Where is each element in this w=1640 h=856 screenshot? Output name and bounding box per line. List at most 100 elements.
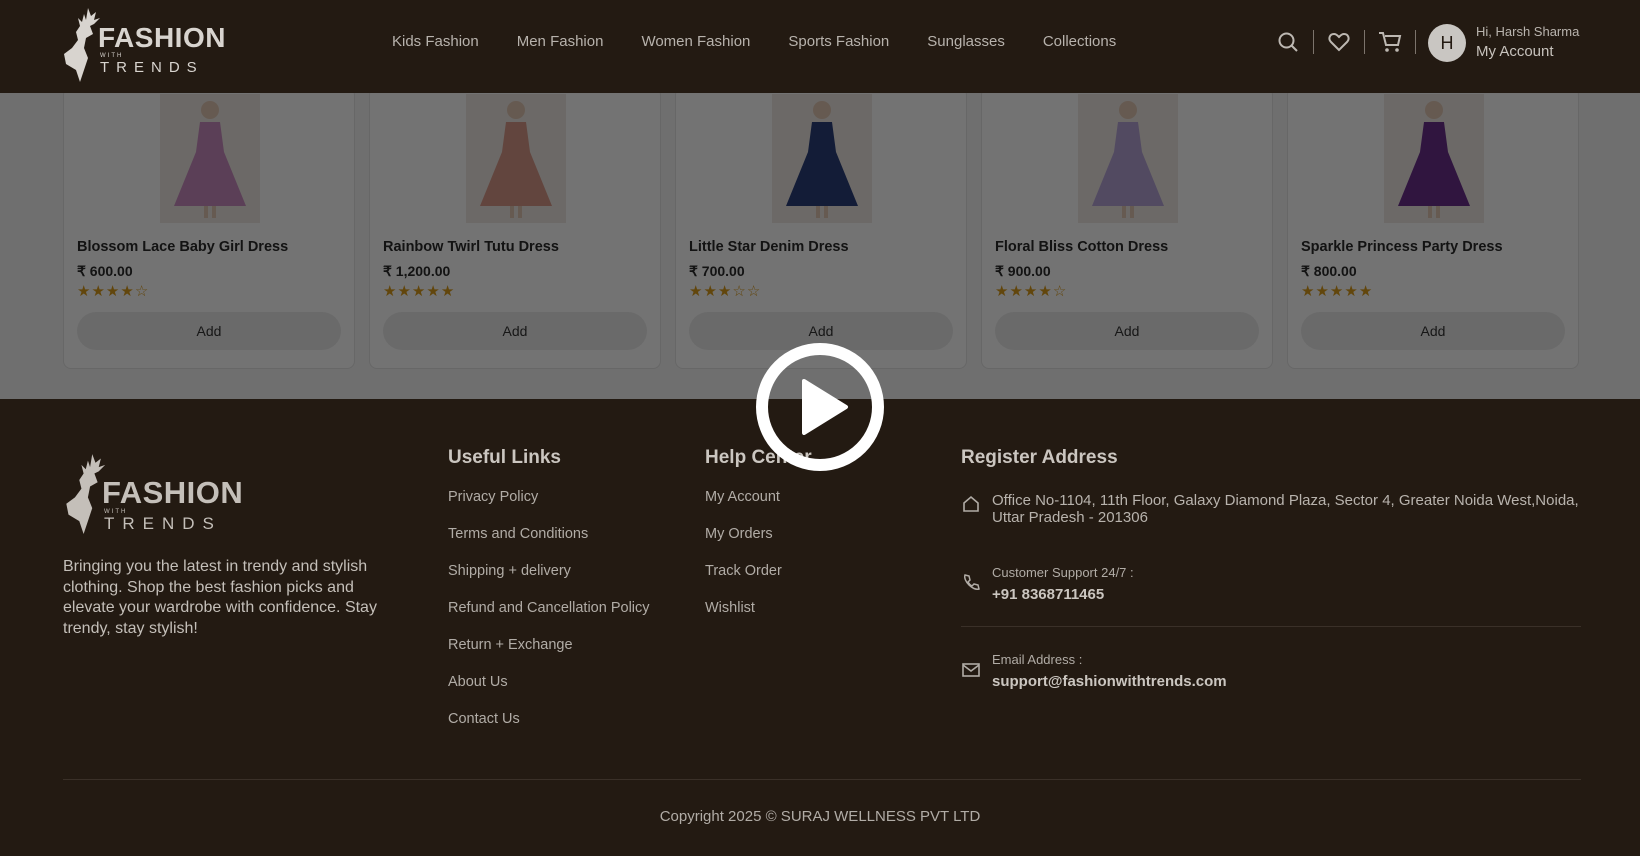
office-address: Office No-1104, 11th Floor, Galaxy Diamo… [992, 492, 1579, 526]
star-filled-icon: ★ [440, 283, 456, 300]
product-name[interactable]: Rainbow Twirl Tutu Dress [383, 239, 559, 255]
product-price: ₹ 600.00 [77, 263, 133, 279]
footer-link-my-orders[interactable]: My Orders [705, 526, 782, 563]
address-row: Office No-1104, 11th Floor, Galaxy Diamo… [961, 492, 1582, 526]
product-card[interactable]: Rainbow Twirl Tutu Dress ₹ 1,200.00 ★★★★★ A… [369, 87, 661, 369]
footer-link-privacy-policy[interactable]: Privacy Policy [448, 489, 650, 526]
email-label: Email Address : [992, 652, 1083, 667]
product-name[interactable]: Blossom Lace Baby Girl Dress [77, 239, 288, 255]
product-image[interactable] [1078, 94, 1178, 223]
useful-links-title: Useful Links [448, 447, 561, 468]
nav-collections[interactable]: Collections [1043, 33, 1116, 50]
star-filled-icon: ★ [105, 283, 121, 300]
product-card[interactable]: Floral Bliss Cotton Dress ₹ 900.00 ★★★★☆ Ad… [981, 87, 1273, 369]
star-filled-icon: ★ [91, 283, 106, 300]
add-to-cart-button[interactable]: Add [383, 312, 647, 350]
play-icon [802, 379, 848, 435]
star-filled-icon: ★ [120, 283, 135, 300]
add-to-cart-button[interactable]: Add [77, 312, 341, 350]
star-filled-icon: ★ [1344, 283, 1359, 300]
footer-link-contact[interactable]: Contact Us [448, 711, 650, 748]
site-header: FASHION WITH TRENDS Kids Fashion Men Fas… [0, 0, 1640, 93]
star-filled-icon: ★ [1329, 283, 1345, 300]
logo-trends: TRENDS [104, 514, 222, 533]
register-address-title: Register Address [961, 447, 1118, 468]
footer-link-shipping[interactable]: Shipping + delivery [448, 563, 650, 600]
heart-icon[interactable] [1327, 30, 1351, 54]
product-price: ₹ 700.00 [689, 263, 745, 279]
nav-women-fashion[interactable]: Women Fashion [641, 33, 750, 50]
star-filled-icon: ★ [411, 283, 427, 300]
star-filled-icon: ★ [717, 283, 733, 300]
footer-link-track-order[interactable]: Track Order [705, 563, 782, 600]
cart-icon[interactable] [1378, 30, 1402, 54]
nav-sports-fashion[interactable]: Sports Fashion [788, 33, 889, 50]
logo-trends: TRENDS [100, 59, 204, 76]
star-filled-icon: ★ [1315, 283, 1330, 300]
footer-link-terms[interactable]: Terms and Conditions [448, 526, 650, 563]
email-row: Email Address : support@fashionwithtrend… [961, 652, 1227, 690]
star-filled-icon: ★ [397, 283, 412, 300]
footer-link-return[interactable]: Return + Exchange [448, 637, 650, 674]
support-email[interactable]: support@fashionwithtrends.com [992, 673, 1227, 690]
add-to-cart-button[interactable]: Add [1301, 312, 1565, 350]
account-label[interactable]: My Account [1476, 41, 1579, 63]
add-to-cart-button[interactable]: Add [995, 312, 1259, 350]
footer-link-refund[interactable]: Refund and Cancellation Policy [448, 600, 650, 637]
copyright: Copyright 2025 © SURAJ WELLNESS PVT LTD [659, 808, 981, 825]
product-price: ₹ 1,200.00 [383, 263, 451, 279]
star-empty-icon: ☆ [732, 283, 747, 300]
product-image[interactable] [1384, 94, 1484, 223]
product-name[interactable]: Sparkle Princess Party Dress [1301, 239, 1503, 255]
product-rating: ★★★☆☆ [689, 282, 761, 300]
product-rating: ★★★★☆ [77, 282, 149, 300]
support-label: Customer Support 24/7 : [992, 565, 1134, 580]
main-nav: Kids Fashion Men Fashion Women Fashion S… [392, 33, 1154, 50]
product-rating: ★★★★★ [383, 282, 455, 300]
footer-link-wishlist[interactable]: Wishlist [705, 600, 782, 637]
footer-logo[interactable]: FASHION WITH TRENDS [62, 447, 252, 537]
product-rating: ★★★★☆ [995, 282, 1067, 300]
product-price: ₹ 900.00 [995, 263, 1051, 279]
star-filled-icon: ★ [1009, 283, 1024, 300]
product-card[interactable]: Sparkle Princess Party Dress ₹ 800.00 ★★★★… [1287, 87, 1579, 369]
phone-icon [964, 574, 980, 590]
avatar[interactable]: H [1428, 24, 1466, 62]
header-actions [1276, 30, 1429, 54]
star-empty-icon: ☆ [134, 283, 150, 300]
logo-word: FASHION [98, 22, 226, 53]
nav-kids-fashion[interactable]: Kids Fashion [392, 33, 479, 50]
site-logo[interactable]: FASHION WITH TRENDS [60, 4, 225, 84]
nav-men-fashion[interactable]: Men Fashion [517, 33, 604, 50]
product-rating: ★★★★★ [1301, 282, 1373, 300]
logo-word: FASHION [102, 475, 244, 510]
product-image[interactable] [466, 94, 566, 223]
star-filled-icon: ★ [995, 283, 1010, 300]
product-card[interactable]: Blossom Lace Baby Girl Dress ₹ 600.00 ★★★★… [63, 87, 355, 369]
support-phone[interactable]: +91 8368711465 [992, 586, 1134, 603]
account-menu[interactable]: Hi, Harsh Sharma My Account [1476, 23, 1579, 63]
search-icon[interactable] [1276, 30, 1300, 54]
mail-icon [962, 663, 980, 677]
product-image[interactable] [160, 94, 260, 223]
product-name[interactable]: Little Star Denim Dress [689, 239, 849, 255]
footer-description: Bringing you the latest in trendy and st… [63, 558, 377, 637]
home-icon [963, 495, 979, 512]
play-button[interactable] [756, 343, 884, 471]
help-center-list: My Account My Orders Track Order Wishlis… [705, 489, 782, 637]
header-divider [1415, 30, 1416, 54]
footer-divider [63, 779, 1581, 780]
footer-link-my-account[interactable]: My Account [705, 489, 782, 526]
footer-link-about[interactable]: About Us [448, 674, 650, 711]
product-image[interactable] [772, 94, 872, 223]
support-row: Customer Support 24/7 : +91 8368711465 [961, 565, 1134, 603]
star-filled-icon: ★ [703, 283, 718, 300]
star-empty-icon: ☆ [746, 283, 762, 300]
star-filled-icon: ★ [77, 283, 92, 300]
header-divider [1313, 30, 1314, 54]
product-card[interactable]: Little Star Denim Dress ₹ 700.00 ★★★☆☆ Add [675, 87, 967, 369]
product-name[interactable]: Floral Bliss Cotton Dress [995, 239, 1168, 255]
contact-divider [961, 626, 1581, 627]
header-divider [1364, 30, 1365, 54]
nav-sunglasses[interactable]: Sunglasses [927, 33, 1005, 50]
